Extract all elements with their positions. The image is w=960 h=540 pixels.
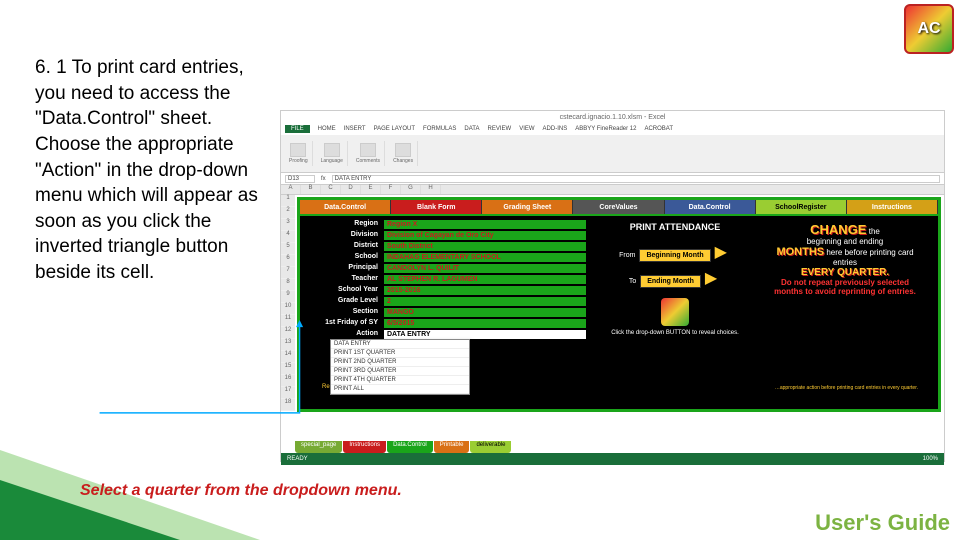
print-title: PRINT ATTENDANCE [594,222,756,232]
excel-titlebar: cstecard.ignacio.1.10.xlsm - Excel [281,111,944,123]
column-headers: ABCDEFGH [281,185,944,195]
panel-tab-corevalues[interactable]: CoreValues [573,200,664,214]
lbl-division: Division [304,231,384,240]
change-callout: CHANGE the beginning and ending MONTHS h… [760,216,930,394]
tab-view[interactable]: VIEW [519,126,534,132]
val-schoolyear[interactable]: 2015-2016 [384,286,586,295]
lbl-teacher: Teacher [304,275,384,284]
action-dropdown-list[interactable]: DATA ENTRY PRINT 1ST QUARTER PRINT 2ND Q… [330,339,470,395]
dd-opt-5[interactable]: PRINT ALL [331,385,469,394]
callout-txt: beginning and ending [807,237,884,246]
ribbon-tabs: FILE HOME INSERT PAGE LAYOUT FORMULAS DA… [281,123,944,135]
lbl-principal: Principal [304,264,384,273]
instruction-text: 6. 1 To print card entries, you need to … [35,55,275,286]
tab-formulas[interactable]: FORMULAS [423,126,456,132]
lbl-section: Section [304,308,384,317]
ribbon-body: Proofing Language Comments Changes [281,135,944,173]
lbl-district: District [304,242,384,251]
excel-statusbar: READY 100% [281,453,944,465]
tab-acrobat[interactable]: ACROBAT [644,126,673,132]
arrow-icon: ▶ [715,244,727,261]
begin-month-button[interactable]: Beginning Month [639,249,710,262]
workbook-sheet-tabs: special_page Instructions Data.Control P… [295,441,511,453]
tab-pagelayout[interactable]: PAGE LAYOUT [374,126,415,132]
panel-tab-grading[interactable]: Grading Sheet [482,200,573,214]
formula-row: D13 fx DATA ENTRY [281,173,944,185]
tab-addins[interactable]: ADD-INS [543,126,568,132]
dd-opt-4[interactable]: PRINT 4TH QUARTER [331,376,469,385]
callout-txt: here before printing card entries [826,248,913,267]
zoom-indicator[interactable]: 100% [923,456,938,462]
val-teacher[interactable]: AL STEPHEN R. LAGUMEN [384,275,586,284]
tab-home[interactable]: HOME [318,126,336,132]
sheet-area: ABCDEFGH 123456789101112131415161718 Dat… [281,185,944,453]
mini-logo [661,298,689,326]
val-friday[interactable]: 6/5/2015 [384,319,586,328]
data-control-panel: Data.Control Blank Form Grading Sheet Co… [297,197,941,412]
sheet-tab-printable[interactable]: Printable [434,441,470,453]
excel-screenshot: cstecard.ignacio.1.10.xlsm - Excel FILE … [280,110,945,462]
status-ready: READY [287,456,308,462]
val-district[interactable]: South District [384,242,586,251]
dd-opt-3[interactable]: PRINT 3RD QUARTER [331,367,469,376]
lbl-region: Region [304,220,384,229]
dd-opt-0[interactable]: DATA ENTRY [331,340,469,349]
lbl-from: From [619,252,635,259]
callout-txt: the [869,227,880,236]
sheet-tab-instructions[interactable]: Instructions [343,441,386,453]
lbl-friday: 1st Friday of SY [304,319,384,328]
tab-insert[interactable]: INSERT [344,126,366,132]
val-action[interactable]: DATA ENTRY [384,330,586,339]
print-attendance-box: PRINT ATTENDANCE From Beginning Month ▶ To… [590,216,760,394]
app-logo: AC [904,4,954,54]
panel-tab-schoolreg[interactable]: SchoolRegister [756,200,847,214]
panel-tab-datacontrol2[interactable]: Data.Control [665,200,756,214]
arrow-icon: ▶ [705,270,717,287]
val-grade[interactable]: 2 [384,297,586,306]
name-box[interactable]: D13 [285,175,315,183]
form-fields: RegionRegion X DivisionDivision of Cagay… [300,216,590,394]
dd-opt-2[interactable]: PRINT 2ND QUARTER [331,358,469,367]
lbl-school: School [304,253,384,262]
panel-tab-datacontrol[interactable]: Data.Control [300,200,391,214]
quarter-note: …appropriate action before printing card… [775,385,918,391]
panel-tab-instructions[interactable]: Instructions [847,200,938,214]
lbl-schoolyear: School Year [304,286,384,295]
tab-review[interactable]: REVIEW [488,126,512,132]
val-division[interactable]: Division of Cagayan de Oro City [384,231,586,240]
callout-every: EVERY QUARTER. [801,267,889,278]
lbl-to: To [629,278,636,285]
sheet-tab-deliverable[interactable]: deliverable [470,441,511,453]
dd-opt-1[interactable]: PRINT 1ST QUARTER [331,349,469,358]
dropdown-hint: Click the drop-down BUTTON to reveal cho… [594,330,756,336]
lbl-action: Action [304,330,384,339]
callout-warning: Do not repeat previously selected months… [774,278,916,296]
footer-title: User's Guide [815,510,950,536]
callout-change: CHANGE [810,222,866,237]
tab-abbyy[interactable]: ABBYY FineReader 12 [575,126,636,132]
val-school[interactable]: INDAHAG ELEMENTARY SCHOOL [384,253,586,262]
panel-tabs: Data.Control Blank Form Grading Sheet Co… [300,200,938,216]
formula-bar[interactable]: DATA ENTRY [332,175,940,183]
val-principal[interactable]: CANDOLYN L. QUILIT [384,264,586,273]
end-month-button[interactable]: Ending Month [640,275,701,288]
val-region[interactable]: Region X [384,220,586,229]
val-section[interactable]: MANGO [384,308,586,317]
caption-text: Select a quarter from the dropdown menu. [80,482,402,500]
tab-data[interactable]: DATA [464,126,479,132]
sheet-tab-special[interactable]: special_page [295,441,342,453]
callout-months: MONTHS [776,246,824,258]
row-numbers: 123456789101112131415161718 [281,195,295,411]
panel-tab-blankform[interactable]: Blank Form [391,200,482,214]
lbl-grade: Grade Level [304,297,384,306]
sheet-tab-datacontrol[interactable]: Data.Control [387,441,433,453]
tab-file[interactable]: FILE [285,125,310,133]
